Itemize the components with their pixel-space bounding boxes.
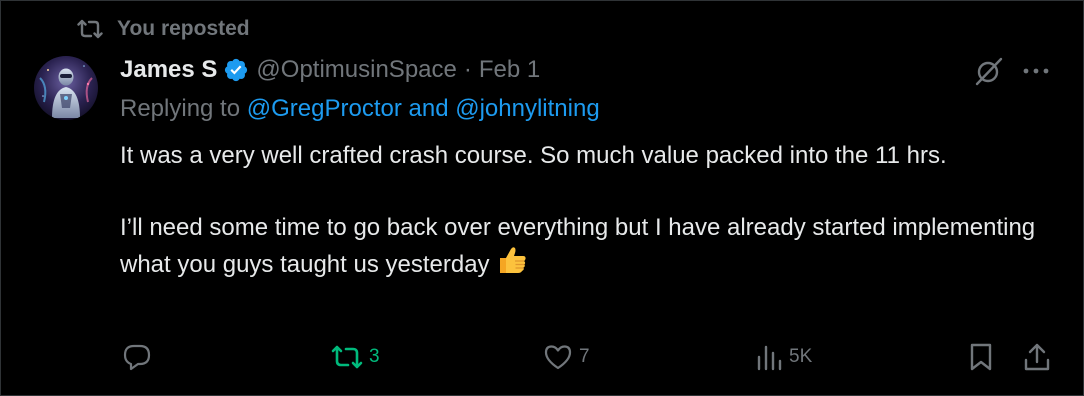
views-count: 5K: [789, 346, 813, 367]
separator-dot: ·: [463, 56, 472, 83]
author-handle[interactable]: @OptimusinSpace: [256, 56, 456, 84]
more-options-icon[interactable]: [1019, 56, 1053, 86]
post-card[interactable]: You reposted James S @OptimusinSpace · F…: [0, 0, 1084, 396]
replying-to-line: Replying to @GregProctor and @johnylitni…: [120, 95, 600, 123]
repost-button[interactable]: 3: [331, 337, 380, 377]
reply-icon: [122, 342, 152, 372]
repost-count: 3: [369, 346, 380, 367]
mention-link[interactable]: @GregProctor: [247, 95, 402, 122]
thumbs-up-icon: [496, 244, 528, 285]
repost-icon: [77, 18, 103, 40]
bookmark-icon: [968, 342, 994, 372]
avatar[interactable]: [34, 56, 98, 120]
post-text: It was a very well crafted crash course.…: [120, 140, 1040, 285]
share-button[interactable]: [1023, 337, 1051, 377]
post-paragraph: I’ll need some time to go back over ever…: [120, 214, 1036, 278]
post-paragraph: It was a very well crafted crash course.…: [120, 142, 947, 169]
replying-prefix: Replying to: [120, 95, 241, 122]
like-count: 7: [579, 346, 590, 367]
author-display-name[interactable]: James S: [120, 56, 217, 84]
post-date[interactable]: Feb 1: [479, 56, 540, 84]
repost-banner: You reposted: [77, 15, 250, 43]
reply-button[interactable]: [122, 337, 158, 377]
like-button[interactable]: 7: [543, 337, 590, 377]
post-header: James S @OptimusinSpace · Feb 1: [120, 53, 540, 87]
heart-icon: [543, 343, 573, 371]
views-icon: [755, 343, 783, 371]
mention-joiner[interactable]: and: [409, 95, 449, 122]
views-button[interactable]: 5K: [755, 337, 812, 377]
post-paragraph-with-emoji: I’ll need some time to go back over ever…: [120, 212, 1040, 285]
mention-link[interactable]: @johnylitning: [455, 95, 599, 122]
action-bar: 3 7 5K: [1, 337, 1083, 377]
repost-icon: [331, 344, 363, 370]
verified-badge-icon[interactable]: [223, 57, 249, 83]
share-icon: [1023, 342, 1051, 372]
bookmark-button[interactable]: [968, 337, 994, 377]
grok-icon[interactable]: [971, 54, 1007, 88]
repost-label: You reposted: [117, 17, 250, 40]
